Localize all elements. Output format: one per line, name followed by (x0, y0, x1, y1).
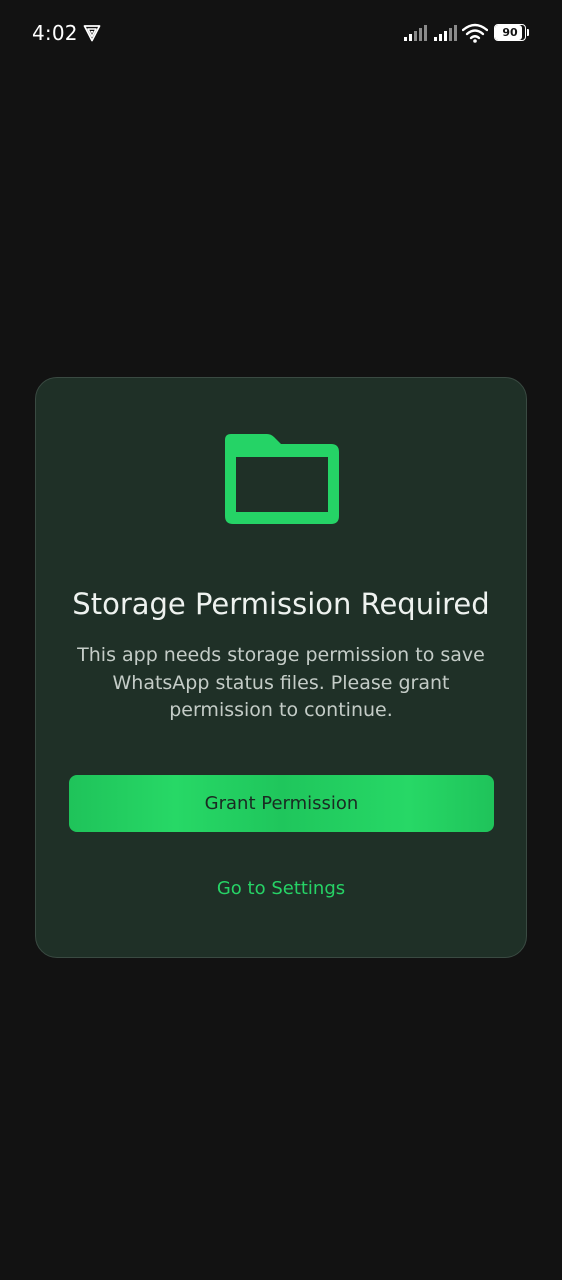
cellular-signal-icon (434, 25, 457, 41)
battery-icon: 90 (494, 24, 529, 41)
wifi-icon (462, 23, 488, 43)
status-bar: 4:02 90 (0, 0, 562, 66)
dialog-message: This app needs storage permission to sav… (77, 644, 485, 721)
grant-permission-button[interactable]: Grant Permission (69, 775, 494, 832)
cellular-signal-icon (404, 25, 427, 41)
permission-screen: 4:02 90 Storage Permission Required This… (0, 0, 562, 1280)
dialog-title: Storage Permission Required (72, 587, 490, 621)
battery-tip (527, 29, 529, 36)
folder-icon (225, 434, 339, 524)
battery-percent: 90 (502, 26, 518, 39)
go-to-settings-link[interactable]: Go to Settings (36, 875, 526, 903)
status-time: 4:02 (32, 21, 78, 45)
permission-dialog: Storage Permission Required This app nee… (35, 377, 527, 958)
vpn-shield-icon (83, 25, 101, 42)
